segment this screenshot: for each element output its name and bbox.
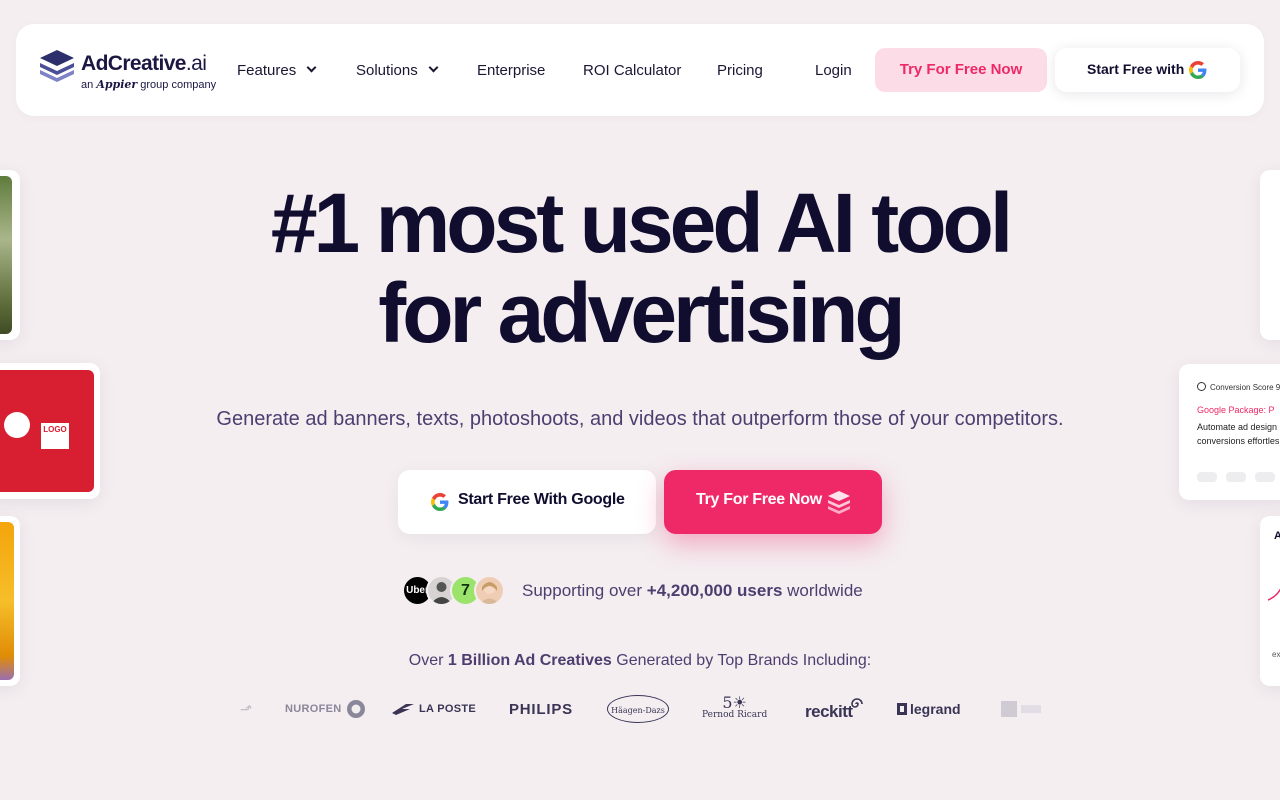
card-heading: A [1274,530,1280,542]
nav-solutions[interactable]: Solutions [356,62,439,79]
ad-image: LOGO [0,370,94,492]
brand-logo-la-poste: LA POSTE [392,696,476,722]
trend-line-icon [1267,588,1280,601]
try-free-button[interactable]: Try For Free Now [664,470,882,534]
nav-start-free-google-button[interactable]: Start Free with [1055,48,1240,92]
hero-title: #1 most used AI tool for advertising [270,176,1013,360]
logo-wordmark: AdCreative.ai [81,52,207,75]
users-count-text: Supporting over +4,200,000 users worldwi… [522,581,863,600]
brand-logo-legrand: legrand [897,696,961,722]
avatar [474,575,505,606]
layers-stack-icon [828,491,850,514]
placeholder-pill [1226,472,1246,482]
chevron-down-icon [306,62,317,73]
nav-features[interactable]: Features [237,62,317,79]
logo-tagline: an Appier group company [81,78,217,91]
hero-subtitle: Generate ad banners, texts, photoshoots,… [216,408,1064,430]
nav-enterprise[interactable]: Enterprise [477,62,545,79]
bird-icon [392,704,414,715]
brand-logo-philips: PHILIPS [509,700,573,718]
brand-logo-reckitt: reckitt [805,696,865,722]
legrand-mark-icon [897,703,907,715]
brands-heading: Over 1 Billion Ad Creatives Generated by… [408,652,872,669]
nav-pricing[interactable]: Pricing [717,62,763,79]
ad-preview-card: LOGO [0,363,100,499]
top-navigation: AdCreative.ai an Appier group company Fe… [16,24,1264,116]
google-icon [431,493,449,511]
brand-logo-nurofen: NUROFEN [285,696,366,722]
brand-logo-partial: ⬏ [237,700,255,717]
conversion-score-label: Conversion Score 96 [1197,382,1280,392]
start-free-google-button[interactable]: Start Free With Google [398,470,656,534]
brand-logo-pernod-ricard: 5☀ Pernod Ricard [702,693,768,721]
nav-roi-calculator[interactable]: ROI Calculator [583,62,681,79]
conversion-score-card: Conversion Score 96 Google Package: P Au… [1179,364,1280,500]
placeholder-pill [1255,472,1275,482]
google-icon [1189,61,1207,79]
adcreative-logo[interactable]: AdCreative.ai an Appier group company [40,50,220,92]
brand-logo-haagen-dazs: Häagen-Dazs [607,695,669,723]
placeholder-pill [1197,472,1217,482]
nav-try-free-button[interactable]: Try For Free Now [875,48,1047,92]
target-icon [346,700,365,718]
chevron-down-icon [428,62,439,73]
user-avatars: Uber 7 [402,575,508,607]
spiral-icon [850,698,863,708]
brand-logo-partial [1001,696,1041,722]
layers-logo-icon [40,50,74,82]
login-link[interactable]: Login [815,62,852,79]
